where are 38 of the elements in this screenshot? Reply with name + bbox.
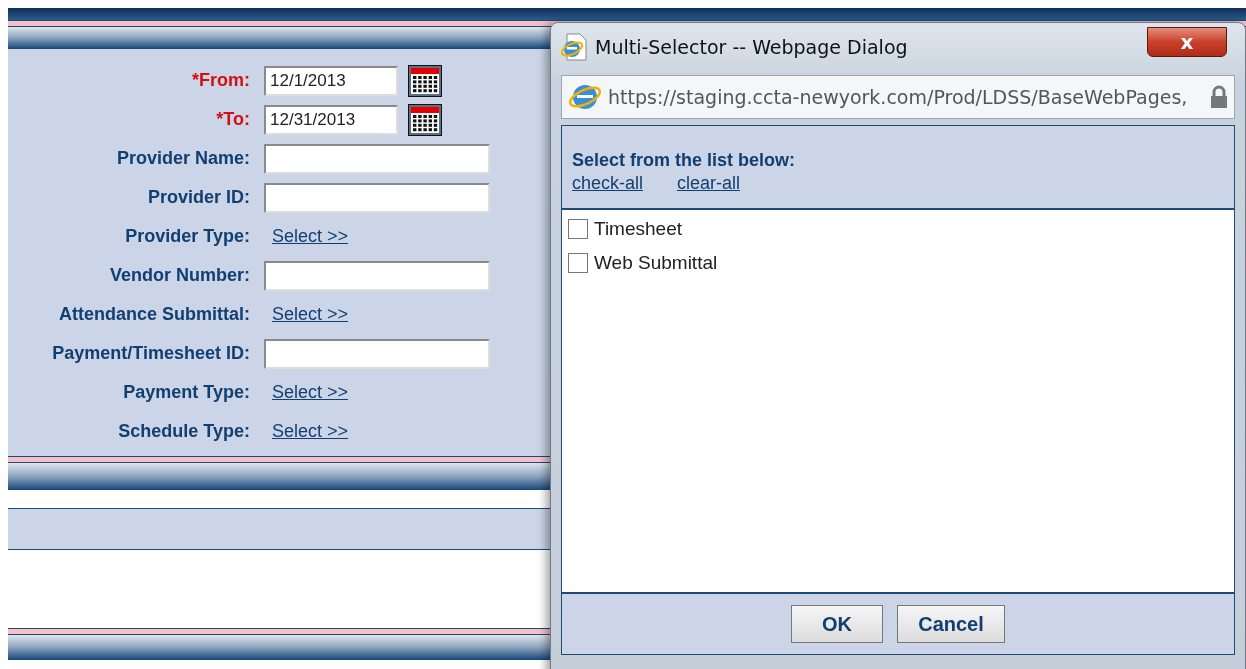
field-label: Provider Name:: [116, 147, 250, 170]
field-label: Vendor Number:: [109, 264, 250, 287]
date-field[interactable]: 12/1/2013: [264, 65, 398, 96]
select-link[interactable]: Select >>: [272, 304, 349, 325]
date-field[interactable]: 12/31/2013: [264, 104, 398, 135]
url-field[interactable]: https://staging.ccta-newyork.com/Prod/LDSS/BaseWebPages,: [561, 75, 1235, 119]
browser-icon: [561, 33, 587, 61]
text-field[interactable]: [264, 182, 490, 213]
select-link[interactable]: Select >>: [272, 226, 349, 247]
calendar-icon[interactable]: [408, 64, 442, 97]
lock-icon: [1210, 85, 1228, 109]
field-label: *To:: [216, 108, 250, 131]
text-field[interactable]: [264, 338, 490, 369]
instruction-text: Select from the list below:: [572, 150, 797, 171]
browser-icon: [568, 82, 602, 112]
field-label: Schedule Type:: [118, 420, 250, 443]
list-action-link[interactable]: check-all: [572, 173, 644, 194]
select-link[interactable]: Select >>: [272, 421, 349, 442]
close-button[interactable]: x: [1147, 27, 1227, 57]
checkbox-label: Web Submittal: [594, 252, 718, 274]
checkbox[interactable]: [568, 219, 588, 239]
select-link[interactable]: Select >>: [272, 382, 349, 403]
field-label: Provider ID:: [147, 186, 250, 209]
checkbox-label: Timesheet: [594, 218, 682, 240]
url-text: https://staging.ccta-newyork.com/Prod/LDSS/BaseWebPages,: [608, 86, 1188, 108]
ok-button[interactable]: OK: [791, 605, 883, 643]
field-label: Payment/Timesheet ID:: [52, 342, 250, 365]
dialog-title: Multi-Selector -- Webpage Dialog: [595, 36, 908, 58]
text-field[interactable]: [264, 143, 490, 174]
cancel-button[interactable]: Cancel: [897, 605, 1005, 643]
field-label: Provider Type:: [125, 225, 250, 248]
checkbox[interactable]: [568, 253, 588, 273]
field-label: Attendance Submittal:: [59, 303, 250, 326]
field-label: *From:: [192, 69, 250, 92]
text-field[interactable]: [264, 260, 490, 291]
calendar-icon[interactable]: [408, 103, 442, 136]
list-action-link[interactable]: clear-all: [677, 173, 741, 194]
field-label: Payment Type:: [123, 381, 250, 404]
